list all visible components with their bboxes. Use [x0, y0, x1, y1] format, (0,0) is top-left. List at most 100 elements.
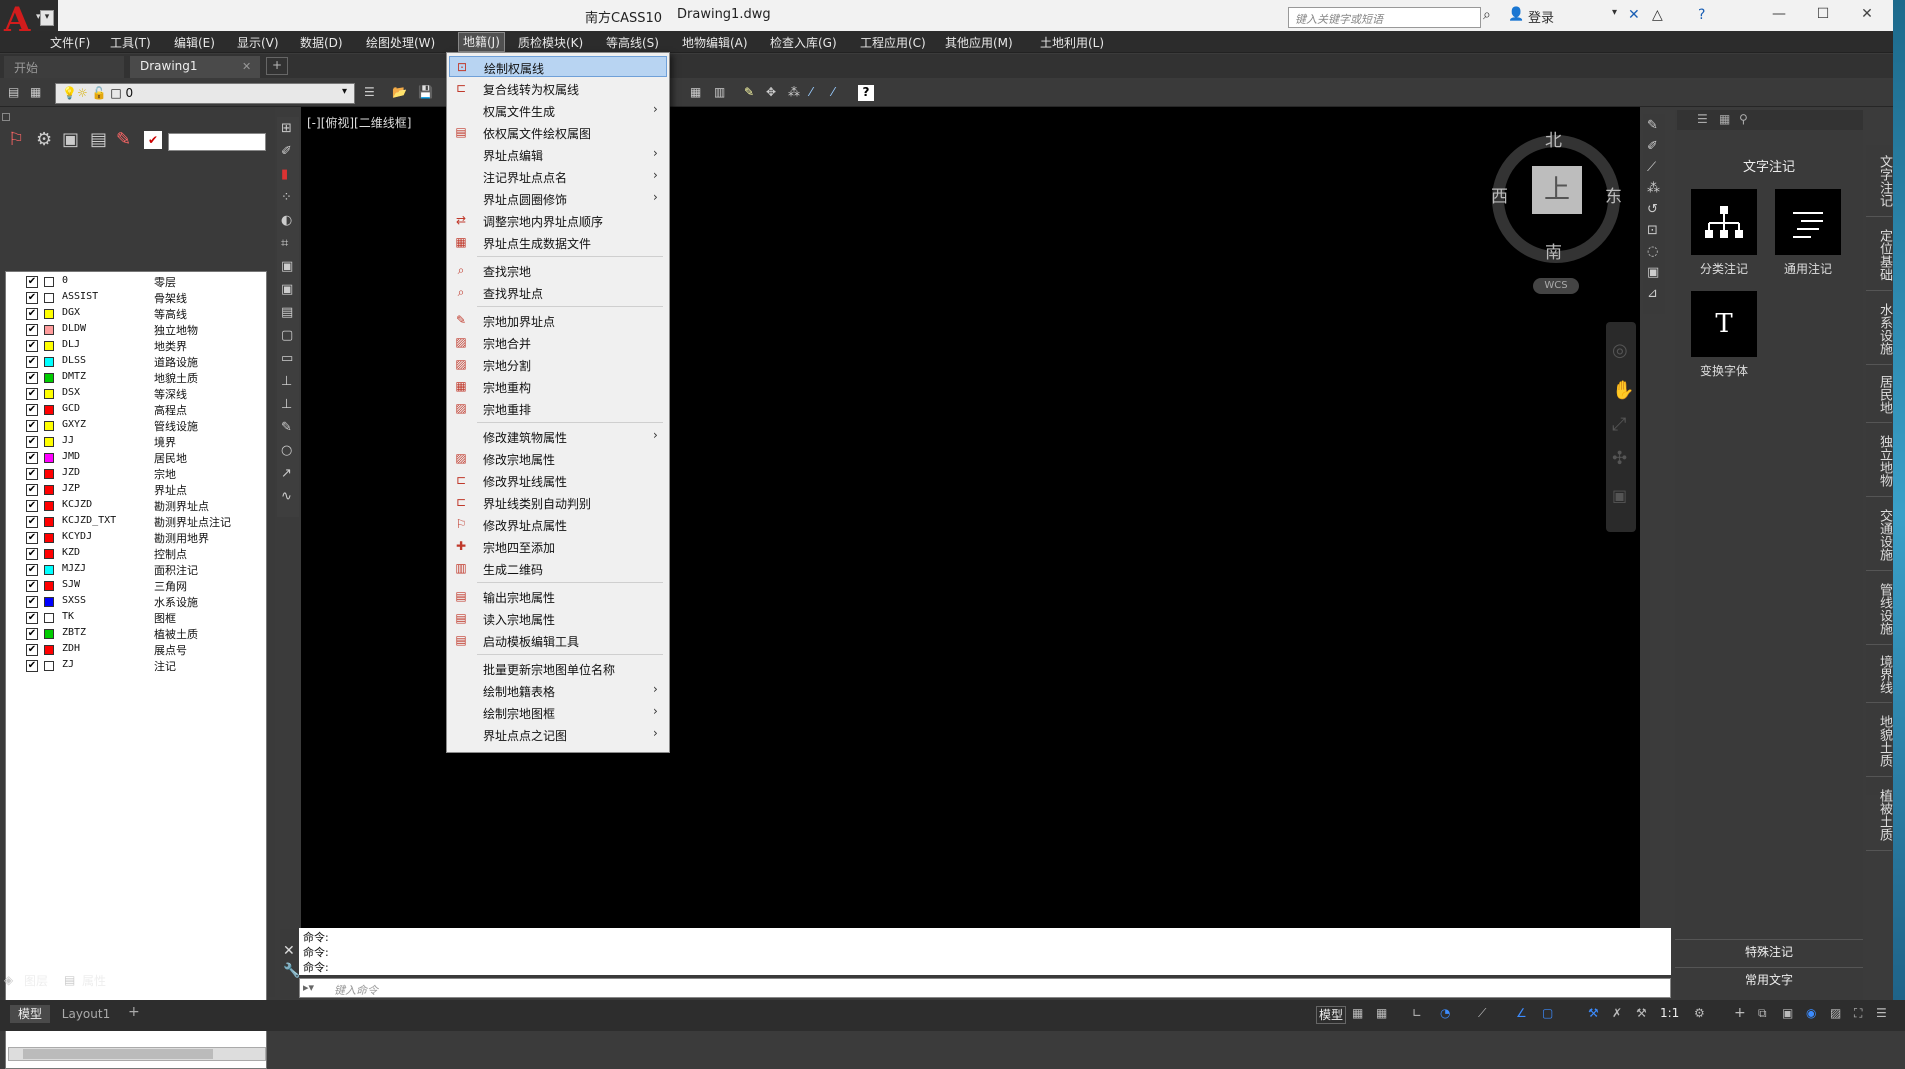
x-exchange-icon[interactable]: ✕: [1628, 7, 1640, 27]
edit-icon[interactable]: ✎: [1647, 118, 1658, 133]
layer-color-swatch[interactable]: [44, 565, 54, 575]
customize-icon[interactable]: ☰: [1876, 1006, 1887, 1020]
isolate-icon[interactable]: ⧉: [1758, 1006, 1767, 1021]
orbit-icon[interactable]: ✣: [1612, 448, 1627, 469]
dropdown-item[interactable]: ✎ 宗地加界址点: [449, 310, 667, 331]
zoom-icon[interactable]: ⤢: [1612, 414, 1626, 435]
layer-filter-input[interactable]: [168, 133, 266, 151]
menu-item[interactable]: 地物编辑(A): [682, 34, 748, 52]
layer-row[interactable]: ✔ SJW 三角网: [6, 578, 266, 594]
menu-item[interactable]: 其他应用(M): [945, 34, 1013, 52]
layer-row[interactable]: ✔ 0 零层: [6, 274, 266, 290]
layer-visible-checkbox[interactable]: ✔: [26, 532, 38, 544]
layout1-tab[interactable]: Layout1: [56, 1005, 116, 1023]
polar-icon[interactable]: ◔: [1440, 1006, 1450, 1020]
layer-color-swatch[interactable]: [44, 357, 54, 367]
steering-wheel-icon[interactable]: ◎: [1612, 340, 1628, 361]
dropdown-item[interactable]: ⌕ 查找宗地: [449, 260, 667, 281]
compass-south[interactable]: 南: [1545, 238, 1562, 263]
square-icon[interactable]: ▣: [1647, 265, 1659, 280]
dropdown-item[interactable]: ▨ 修改宗地属性: [449, 448, 667, 469]
annotation-scale-icon[interactable]: ⚒: [1636, 1006, 1647, 1020]
layer-row[interactable]: ✔ DSX 等深线: [6, 386, 266, 402]
menu-item[interactable]: 检查入库(G): [770, 34, 837, 52]
dropdown-item[interactable]: ▤ 依权属文件绘权属图: [449, 122, 667, 143]
dropdown-item[interactable]: ⇄ 调整宗地内界址点顺序: [449, 210, 667, 231]
dropdown-item[interactable]: ▥ 生成二维码: [449, 558, 667, 579]
layer-visible-checkbox[interactable]: ✔: [26, 500, 38, 512]
layer-visible-checkbox[interactable]: ✔: [26, 484, 38, 496]
wave-icon[interactable]: ∿: [281, 489, 292, 504]
layer-tool-icon-1[interactable]: ⚐: [8, 129, 24, 150]
camera-icon[interactable]: ◐: [281, 213, 292, 228]
layer-row[interactable]: ✔ KZD 控制点: [6, 546, 266, 562]
layer-visible-checkbox[interactable]: ✔: [26, 292, 38, 304]
open-file-icon[interactable]: 📂: [392, 85, 407, 99]
font-T-icon[interactable]: T: [1691, 291, 1757, 357]
wcs-dropdown[interactable]: WCS: [1533, 278, 1579, 294]
dropdown-item[interactable]: ▨ 宗地分割: [449, 354, 667, 375]
triangle-icon[interactable]: ⊿: [1647, 286, 1658, 301]
layer-color-swatch[interactable]: [44, 453, 54, 463]
layer-row[interactable]: ✔ DLJ 地类界: [6, 338, 266, 354]
tab-layers[interactable]: 图层: [24, 972, 48, 989]
layer-row[interactable]: ✔ TK 图框: [6, 610, 266, 626]
layer-row[interactable]: ✔ ZDH 展点号: [6, 642, 266, 658]
dropdown-item[interactable]: 界址点编辑 ›: [449, 144, 667, 165]
viewcube-top-face[interactable]: 上: [1532, 166, 1582, 214]
maximize-button[interactable]: ☐: [1801, 2, 1845, 28]
dropdown-item[interactable]: ✚ 宗地四至添加: [449, 536, 667, 557]
layer-state-icon[interactable]: ▦: [30, 85, 46, 101]
layer-color-swatch[interactable]: [44, 661, 54, 671]
arc-icon[interactable]: ↗: [281, 466, 292, 481]
grid-icon[interactable]: ▦: [1352, 1006, 1363, 1020]
layer-color-swatch[interactable]: [44, 309, 54, 319]
scrollbar-thumb[interactable]: [23, 1049, 213, 1059]
dropdown-item[interactable]: 绘制宗地图框 ›: [449, 702, 667, 723]
layer-visible-checkbox[interactable]: ✔: [26, 564, 38, 576]
grid-view-icon[interactable]: ▦: [1719, 112, 1730, 126]
compass-north[interactable]: 北: [1545, 126, 1562, 151]
layer-row[interactable]: ✔ KCJZD 勘测界址点: [6, 498, 266, 514]
layer-row[interactable]: ✔ DLDW 独立地物: [6, 322, 266, 338]
pencil-icon[interactable]: ✎: [744, 85, 754, 99]
trim-icon[interactable]: ⁄: [810, 85, 812, 99]
panel-collapse-icon[interactable]: [2, 113, 10, 121]
minimize-button[interactable]: —: [1757, 2, 1801, 28]
close-window-button[interactable]: ✕: [1845, 2, 1889, 28]
layer-visible-checkbox[interactable]: ✔: [26, 596, 38, 608]
layer-visible-checkbox[interactable]: ✔: [26, 660, 38, 672]
table-icon[interactable]: ▥: [714, 85, 725, 99]
layer-tool-icon-2[interactable]: ⚙: [36, 129, 52, 150]
annotation-visibility-icon[interactable]: ⚒: [1588, 1006, 1599, 1020]
special-annotation-button[interactable]: 特殊注记: [1675, 939, 1863, 963]
search-input[interactable]: 键入关键字或短语: [1288, 7, 1481, 28]
layer-row[interactable]: ✔ ZBTZ 植被土质: [6, 626, 266, 642]
layer-visible-checkbox[interactable]: ✔: [26, 516, 38, 528]
layer-visible-checkbox[interactable]: ✔: [26, 612, 38, 624]
layer-row[interactable]: ✔ JZP 界址点: [6, 482, 266, 498]
viewport-label[interactable]: [-][俯视][二维线框]: [307, 114, 411, 131]
layer-color-swatch[interactable]: [44, 325, 54, 335]
list-view-icon[interactable]: ☰: [1697, 112, 1708, 126]
a360-icon[interactable]: △: [1652, 7, 1663, 27]
dropdown-item[interactable]: 绘制地籍表格 ›: [449, 680, 667, 701]
dropdown-item[interactable]: ⚐ 修改界址点属性: [449, 514, 667, 535]
layer-color-swatch[interactable]: [44, 613, 54, 623]
layer-visible-checkbox[interactable]: ✔: [26, 404, 38, 416]
layer-color-swatch[interactable]: [44, 293, 54, 303]
layer-color-swatch[interactable]: [44, 405, 54, 415]
layer-color-swatch[interactable]: [44, 581, 54, 591]
showmotion-icon[interactable]: ▣: [1612, 486, 1627, 505]
quick-access-dropdown[interactable]: ▾: [40, 10, 54, 26]
general-annotation-button[interactable]: [1775, 189, 1841, 255]
side-tab[interactable]: 独立地物: [1866, 425, 1892, 497]
dropdown-item[interactable]: ▨ 宗地合并: [449, 332, 667, 353]
layer-row[interactable]: ✔ JJ 境界: [6, 434, 266, 450]
layer-color-swatch[interactable]: [44, 629, 54, 639]
command-input[interactable]: 键入命令: [299, 978, 1671, 998]
layer-visible-checkbox[interactable]: ✔: [26, 324, 38, 336]
command-prompt-icon[interactable]: ▸▾: [303, 981, 314, 994]
calculator-icon[interactable]: ▦: [690, 85, 701, 99]
menu-item[interactable]: 等高线(S): [606, 34, 659, 52]
